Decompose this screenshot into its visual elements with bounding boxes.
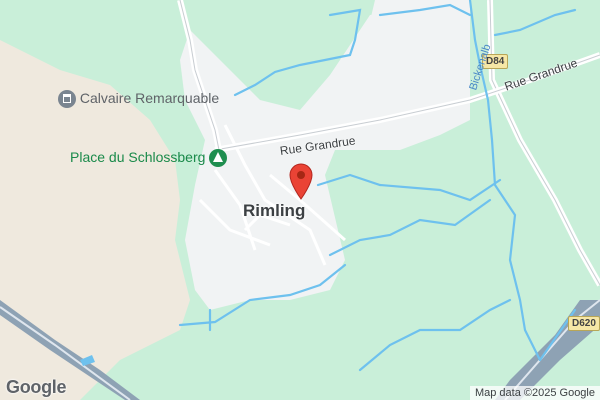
google-logo: Google — [6, 377, 67, 397]
monument-icon — [58, 90, 76, 109]
road-shield-d620: D620 — [568, 316, 600, 331]
road-d84 — [487, 0, 600, 287]
poi-place-label: Place du Schlossberg — [70, 149, 206, 165]
map-attribution[interactable]: Map data ©2025 Google — [469, 386, 600, 400]
park-icon — [209, 149, 228, 168]
poi-place-du-schlossberg[interactable]: Place du Schlossberg — [70, 149, 228, 168]
map-base-layer — [0, 0, 600, 400]
map-canvas[interactable]: Calvaire Remarquable Place du Schlossber… — [0, 0, 600, 400]
poi-calvaire-label: Calvaire Remarquable — [79, 90, 220, 106]
town-label: Rimling — [243, 201, 306, 220]
location-pin-icon[interactable] — [287, 162, 315, 200]
poi-calvaire-remarquable[interactable]: Calvaire Remarquable — [58, 90, 220, 109]
